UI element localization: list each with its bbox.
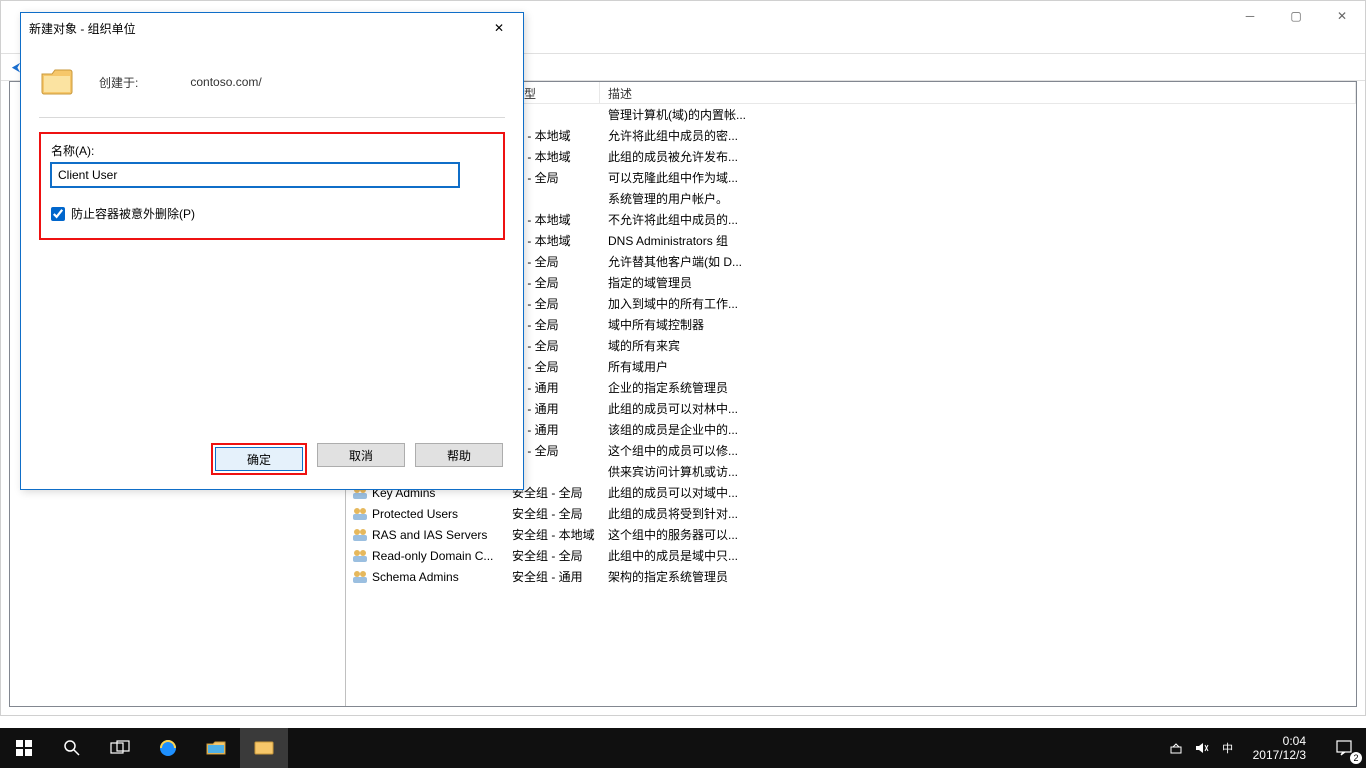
maximize-button[interactable]: ▢ xyxy=(1273,1,1319,31)
ie-taskbar-icon[interactable] xyxy=(144,728,192,768)
close-button[interactable]: ✕ xyxy=(1319,1,1365,31)
new-ou-dialog: 新建对象 - 组织单位 ✕ 创建于: contoso.com/ 名称(A): 防… xyxy=(20,12,524,490)
created-in-label: 创建于: xyxy=(99,74,138,91)
explorer-taskbar-icon[interactable] xyxy=(192,728,240,768)
col-desc[interactable]: 描述 xyxy=(600,82,1356,103)
group-icon xyxy=(352,548,368,564)
system-tray: 中 0:04 2017/12/3 xyxy=(1167,734,1322,763)
start-button[interactable] xyxy=(0,728,48,768)
notification-badge: 2 xyxy=(1350,752,1362,764)
volume-icon[interactable] xyxy=(1193,739,1211,757)
table-row[interactable]: Schema Admins安全组 - 通用架构的指定系统管理员 xyxy=(346,566,1356,587)
created-in-value: contoso.com/ xyxy=(190,75,261,89)
minimize-button[interactable]: ─ xyxy=(1227,1,1273,31)
name-label: 名称(A): xyxy=(51,142,493,159)
search-button[interactable] xyxy=(48,728,96,768)
protect-label: 防止容器被意外删除(P) xyxy=(71,205,195,222)
table-row[interactable]: RAS and IAS Servers安全组 - 本地域这个组中的服务器可以..… xyxy=(346,524,1356,545)
ime-icon[interactable]: 中 xyxy=(1219,739,1237,757)
group-icon xyxy=(352,506,368,522)
group-icon xyxy=(352,527,368,543)
time-label: 0:04 xyxy=(1253,734,1306,748)
taskbar: 中 0:04 2017/12/3 2 xyxy=(0,728,1366,768)
table-row[interactable]: Protected Users安全组 - 全局此组的成员将受到针对... xyxy=(346,503,1356,524)
protect-checkbox[interactable] xyxy=(51,207,65,221)
aduc-taskbar-icon[interactable] xyxy=(240,728,288,768)
folder-icon xyxy=(39,67,75,97)
help-button[interactable]: 帮助 xyxy=(415,443,503,467)
task-view-button[interactable] xyxy=(96,728,144,768)
group-icon xyxy=(352,569,368,585)
dialog-buttons: 确定 取消 帮助 xyxy=(21,443,523,475)
close-icon[interactable]: ✕ xyxy=(483,17,515,39)
dialog-title: 新建对象 - 组织单位 xyxy=(29,20,483,37)
table-row[interactable]: Read-only Domain C...安全组 - 全局此组中的成员是域中只.… xyxy=(346,545,1356,566)
dialog-header: 创建于: contoso.com/ xyxy=(39,61,505,117)
action-center-icon[interactable]: 2 xyxy=(1322,728,1366,768)
dialog-titlebar[interactable]: 新建对象 - 组织单位 ✕ xyxy=(21,13,523,43)
ok-button[interactable]: 确定 xyxy=(215,447,303,471)
cancel-button[interactable]: 取消 xyxy=(317,443,405,467)
name-section-highlight: 名称(A): 防止容器被意外删除(P) xyxy=(39,132,505,240)
clock[interactable]: 0:04 2017/12/3 xyxy=(1245,734,1314,763)
separator xyxy=(39,117,505,118)
name-input[interactable] xyxy=(51,163,459,187)
tray-up-icon[interactable] xyxy=(1167,739,1185,757)
date-label: 2017/12/3 xyxy=(1253,748,1306,762)
ok-highlight: 确定 xyxy=(211,443,307,475)
